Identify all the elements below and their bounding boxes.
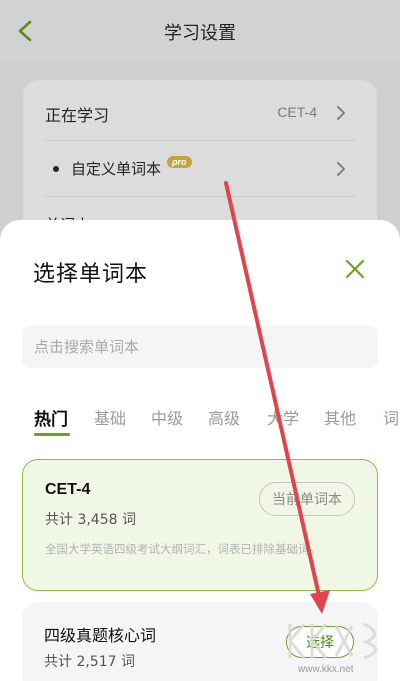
tab-advanced[interactable]: 高级: [208, 405, 240, 429]
tab-basic[interactable]: 基础: [94, 405, 126, 429]
divider: [45, 196, 355, 197]
search-input[interactable]: [22, 326, 378, 368]
category-tabs: 热门 基础 中级 高级 大学 其他 词: [34, 405, 400, 435]
watermark-url: www.kkx.net: [298, 664, 354, 675]
wordbook-description: 全国大学英语四级考试大纲词汇，词表已排除基础词。: [45, 542, 321, 556]
close-icon[interactable]: [344, 258, 366, 280]
watermark-logo-icon: [288, 622, 377, 660]
sheet-title: 选择单词本: [33, 262, 149, 287]
bullet-dot: [53, 165, 59, 172]
custom-wordbook-label: 自定义单词本: [71, 160, 162, 178]
wordbook-name: 四级真题核心词: [44, 626, 157, 645]
wordbook-count: 共计 2,517 词: [44, 654, 135, 670]
active-tab-indicator: [34, 433, 70, 436]
current-wordbook-button[interactable]: 当前单词本: [259, 482, 355, 516]
page-title: 学习设置: [164, 23, 236, 44]
tab-hot[interactable]: 热门: [34, 405, 68, 430]
custom-wordbook-row[interactable]: 自定义单词本 pro: [53, 155, 192, 179]
tab-more[interactable]: 词: [383, 405, 399, 429]
wordbook-count: 共计 3,458 词: [45, 512, 136, 528]
wordbook-card-current[interactable]: CET-4 共计 3,458 词 全国大学英语四级考试大纲词汇，词表已排除基础词…: [22, 459, 378, 591]
wordbook-name: CET-4: [45, 481, 91, 498]
top-nav-bar: 学习设置: [0, 0, 400, 62]
tab-other[interactable]: 其他: [324, 405, 356, 429]
learning-row-label[interactable]: 正在学习: [45, 102, 109, 126]
settings-card: 正在学习 CET-4 自定义单词本 pro 单词本: [23, 80, 377, 240]
select-wordbook-sheet: 选择单词本 热门 基础 中级 高级 大学 其他 词 CET-4 共计 3,458…: [0, 220, 400, 681]
learning-row-value: CET-4: [277, 104, 317, 120]
chevron-right-icon: [337, 162, 345, 176]
tab-college[interactable]: 大学: [267, 405, 299, 429]
chevron-right-icon: [337, 106, 345, 120]
pro-badge: pro: [167, 155, 192, 168]
tab-intermediate[interactable]: 中级: [151, 405, 183, 429]
divider: [45, 140, 355, 141]
